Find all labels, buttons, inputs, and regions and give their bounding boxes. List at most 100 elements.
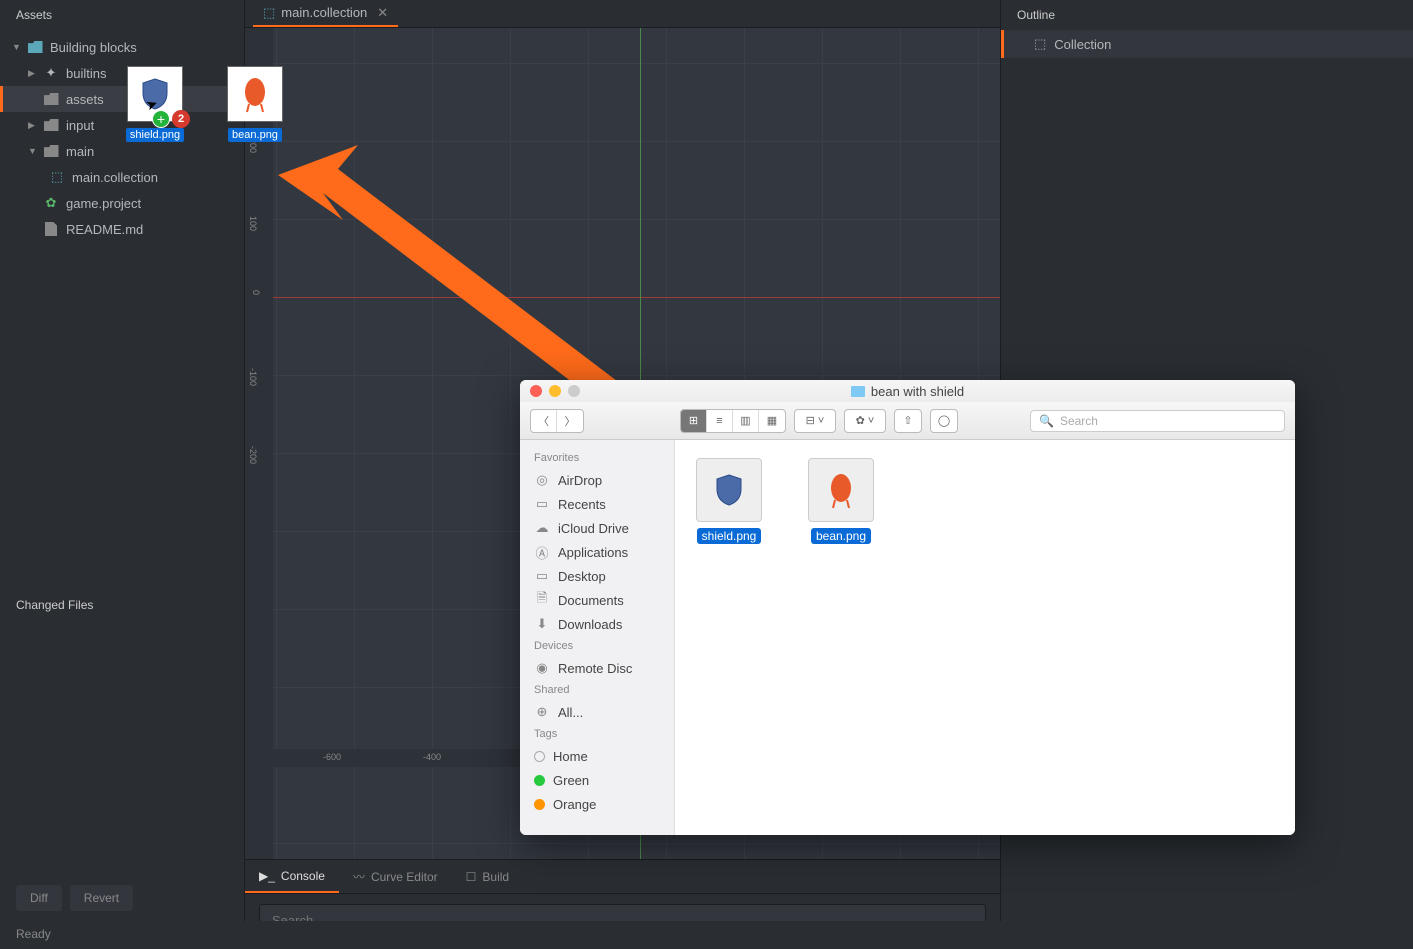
forward-button[interactable]: 〉 (557, 410, 583, 432)
tree-item-game-project[interactable]: ✿ game.project (0, 190, 244, 216)
bean-icon (827, 470, 855, 510)
tree-root-building-blocks[interactable]: ▼ Building blocks (0, 34, 244, 60)
changed-files-section: Changed Files Diff Revert (0, 590, 244, 949)
outline-item-collection[interactable]: ⬚ Collection (1001, 30, 1413, 58)
sb-label: Applications (558, 545, 628, 560)
sidebar-item-documents[interactable]: 🗎Documents (520, 588, 674, 612)
sidebar-item-downloads[interactable]: ⬇Downloads (520, 612, 674, 636)
tree-item-main-collection[interactable]: ⬚ main.collection (0, 164, 244, 190)
tree-label: assets (66, 92, 104, 107)
share-button[interactable]: ⇧ (895, 410, 921, 432)
shield-icon (714, 473, 744, 507)
collection-icon: ⬚ (1034, 36, 1046, 52)
gallery-view-button[interactable]: ▦ (759, 410, 785, 432)
tree-label: Building blocks (50, 40, 137, 55)
folder-icon (851, 386, 865, 397)
sidebar-item-recents[interactable]: ▭ Recents (520, 492, 674, 516)
bean-icon (241, 74, 269, 114)
column-view-button[interactable]: ▥ (733, 410, 759, 432)
disclosure-open-icon: ▼ (28, 146, 38, 156)
sb-label: Home (553, 749, 588, 764)
folder-icon (26, 38, 44, 56)
file-label: bean.png (811, 528, 871, 544)
build-icon: ☐ (466, 870, 477, 884)
gear-icon: ✿ (42, 194, 60, 212)
airdrop-icon: ◎ (534, 472, 550, 488)
sidebar-tag-home[interactable]: Home (520, 744, 674, 768)
finder-titlebar[interactable]: bean with shield (520, 380, 1295, 402)
file-thumbnail (808, 458, 874, 522)
changed-files-header: Changed Files (0, 590, 244, 620)
tab-console[interactable]: ▶_ Console (245, 860, 339, 893)
back-button[interactable]: 〈 (531, 410, 557, 432)
collection-icon: ⬚ (48, 168, 66, 186)
tab-build[interactable]: ☐ Build (452, 860, 523, 893)
list-view-button[interactable]: ≡ (707, 410, 733, 432)
finder-window[interactable]: bean with shield 〈 〉 ⊞ ≡ ▥ ▦ ⊟ ˅ ✿ ˅ ⇧ ◯… (520, 380, 1295, 835)
editor-tab-bar: ⬚ main.collection ✕ (245, 0, 1000, 28)
tab-curve-editor[interactable]: 〰 Curve Editor (339, 860, 452, 893)
file-item-shield[interactable]: shield.png (693, 458, 765, 544)
recents-icon: ▭ (534, 496, 550, 512)
file-label: shield.png (697, 528, 762, 544)
drag-thumbnail-shield: ➤ + 2 shield.png (114, 66, 196, 142)
tab-label: Curve Editor (371, 870, 438, 884)
tree-label: main (66, 144, 94, 159)
sidebar-item-applications[interactable]: Ⓐ Applications (520, 540, 674, 564)
status-text: Ready (16, 927, 51, 941)
icon-view-button[interactable]: ⊞ (681, 410, 707, 432)
sidebar-item-all[interactable]: ⊕All... (520, 700, 674, 724)
outline-header: Outline (1001, 0, 1413, 30)
finder-body: Favorites ◎ AirDrop ▭ Recents ☁iCloud Driv… (520, 440, 1295, 835)
changed-buttons: Diff Revert (0, 875, 244, 921)
sidebar-tag-green[interactable]: Green (520, 768, 674, 792)
close-icon[interactable]: ✕ (377, 5, 388, 21)
tree-label: input (66, 118, 94, 133)
arrange-button[interactable]: ⊟ ˅ (795, 410, 835, 432)
sidebar-header-favorites: Favorites (520, 448, 674, 468)
sb-label: Recents (558, 497, 606, 512)
drag-label: shield.png (126, 128, 184, 142)
arrange-button-group: ⊟ ˅ (794, 409, 836, 433)
action-button[interactable]: ✿ ˅ (845, 410, 885, 432)
curve-icon: 〰 (353, 868, 365, 885)
sidebar-item-desktop[interactable]: ▭Desktop (520, 564, 674, 588)
tree-label: README.md (66, 222, 143, 237)
tags-button-group: ◯ (930, 409, 958, 433)
ruler-label: 100 (248, 216, 258, 231)
sidebar-header-tags: Tags (520, 724, 674, 744)
tags-button[interactable]: ◯ (931, 410, 957, 432)
apps-icon: Ⓐ (534, 544, 550, 560)
tab-main-collection[interactable]: ⬚ main.collection ✕ (253, 0, 398, 27)
assets-header: Assets (0, 0, 244, 30)
finder-search[interactable]: 🔍 Search (1030, 410, 1285, 432)
folder-icon (42, 116, 60, 134)
diff-button[interactable]: Diff (16, 885, 62, 911)
drag-count-badge: 2 (172, 110, 190, 128)
sb-label: AirDrop (558, 473, 602, 488)
tag-dot-icon (534, 775, 545, 786)
disc-icon: ◉ (534, 660, 550, 676)
drag-thumbnail-bean: bean.png (214, 66, 296, 142)
add-badge-icon: + (152, 110, 170, 128)
disclosure-open-icon: ▼ (12, 42, 22, 52)
sidebar-tag-orange[interactable]: Orange (520, 792, 674, 816)
share-button-group: ⇧ (894, 409, 922, 433)
tree-item-readme[interactable]: README.md (0, 216, 244, 242)
finder-title: bean with shield (520, 384, 1295, 399)
x-axis (245, 297, 1000, 298)
tag-dot-icon (534, 751, 545, 762)
tab-label: main.collection (281, 5, 367, 20)
finder-content[interactable]: shield.png bean.png (675, 440, 1295, 835)
action-button-group: ✿ ˅ (844, 409, 886, 433)
sidebar-item-airdrop[interactable]: ◎ AirDrop (520, 468, 674, 492)
sb-label: Documents (558, 593, 624, 608)
sidebar-item-icloud[interactable]: ☁iCloud Drive (520, 516, 674, 540)
nav-buttons: 〈 〉 (530, 409, 584, 433)
collection-icon: ⬚ (263, 5, 275, 21)
sidebar-item-remote-disc[interactable]: ◉Remote Disc (520, 656, 674, 680)
file-item-bean[interactable]: bean.png (805, 458, 877, 544)
drag-label: bean.png (228, 128, 282, 142)
disclosure-closed-icon: ▶ (28, 120, 38, 131)
revert-button[interactable]: Revert (70, 885, 133, 911)
